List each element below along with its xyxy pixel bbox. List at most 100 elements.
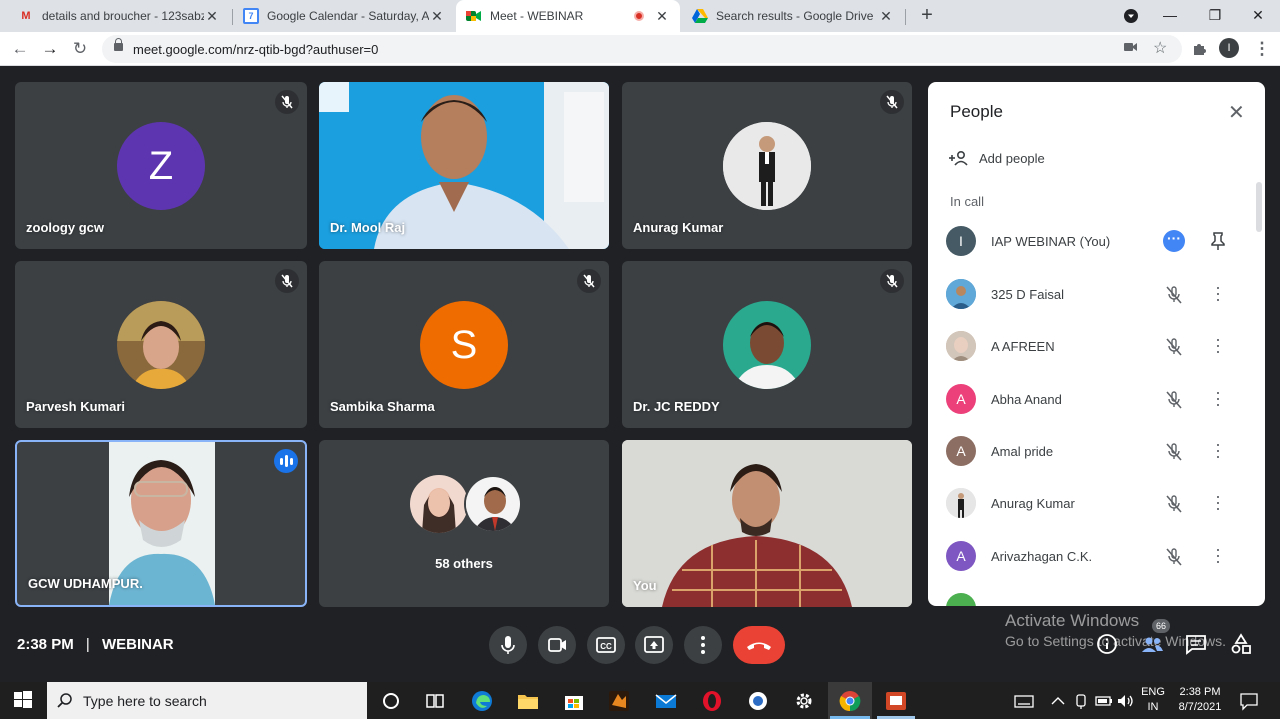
- participant-list-item[interactable]: A Arivazhagan C.K. · · ·: [946, 538, 1246, 574]
- mic-off-icon[interactable]: [1162, 335, 1186, 359]
- reload-button[interactable]: ↻: [68, 37, 92, 61]
- new-tab-button[interactable]: +: [915, 4, 939, 28]
- mic-off-icon[interactable]: [1162, 440, 1186, 464]
- more-options-icon[interactable]: · · ·: [1214, 383, 1222, 413]
- others-tile[interactable]: 58 others: [319, 440, 609, 607]
- edge-icon[interactable]: [471, 690, 493, 712]
- more-options-button[interactable]: ···: [1163, 230, 1185, 252]
- captions-button[interactable]: CC: [587, 626, 625, 664]
- tab-title: Search results - Google Drive: [716, 9, 874, 23]
- participant-name: Amal pride: [991, 444, 1054, 459]
- info-icon: [1097, 634, 1117, 654]
- in-call-heading: In call: [950, 194, 984, 209]
- present-screen-button[interactable]: [635, 626, 673, 664]
- back-button[interactable]: ←: [8, 37, 32, 61]
- app-icon[interactable]: [608, 690, 630, 712]
- minimize-button[interactable]: —: [1150, 0, 1190, 32]
- chrome-icon[interactable]: [839, 690, 861, 712]
- extensions-icon[interactable]: [1187, 37, 1211, 61]
- opera-icon[interactable]: [701, 690, 723, 712]
- cortana-icon[interactable]: [380, 690, 402, 712]
- mic-off-icon: [880, 90, 904, 114]
- mic-off-icon[interactable]: [1162, 283, 1186, 307]
- network-icon[interactable]: [1071, 690, 1093, 712]
- mic-off-icon[interactable]: [1162, 545, 1186, 569]
- file-explorer-icon[interactable]: [517, 690, 539, 712]
- participant-name: Sambika Sharma: [330, 399, 435, 414]
- pin-icon[interactable]: [1210, 231, 1226, 256]
- more-options-icon[interactable]: · · ·: [1214, 540, 1222, 570]
- add-people-button[interactable]: Add people: [948, 150, 1045, 166]
- close-icon[interactable]: ✕: [878, 8, 894, 25]
- browser-menu-icon[interactable]: ⋮: [1250, 37, 1274, 61]
- participant-name: You: [633, 578, 657, 593]
- close-panel-button[interactable]: ✕: [1228, 100, 1245, 125]
- avatar: [946, 331, 976, 361]
- microphone-button[interactable]: [489, 626, 527, 664]
- bookmark-star-icon[interactable]: ☆: [1153, 38, 1167, 58]
- tab-calendar[interactable]: 7 Google Calendar - Saturday, Aug ✕: [233, 0, 455, 32]
- chevron-up-icon[interactable]: [1047, 690, 1069, 712]
- more-options-icon[interactable]: · · ·: [1214, 330, 1222, 360]
- lock-icon: [114, 38, 123, 51]
- participant-list-item[interactable]: 325 D Faisal · · ·: [946, 276, 1246, 312]
- windows-start-icon[interactable]: [13, 690, 35, 712]
- camera-icon[interactable]: [1124, 40, 1138, 56]
- browser-toolbar: ← → ↻ meet.google.com/nrz-qtib-bgd?authu…: [0, 32, 1280, 66]
- meeting-info: 2:38 PM | WEBINAR: [17, 636, 174, 653]
- meeting-time: 2:38 PM: [17, 636, 74, 653]
- mic-off-icon: [275, 90, 299, 114]
- more-options-icon[interactable]: · · ·: [1214, 278, 1222, 308]
- participant-list-item[interactable]: A Abha Anand · · ·: [946, 381, 1246, 417]
- close-icon[interactable]: ✕: [654, 8, 670, 25]
- activities-button[interactable]: [1229, 632, 1253, 656]
- participant-list-item[interactable]: [946, 590, 1246, 606]
- forward-button[interactable]: →: [38, 37, 62, 61]
- participant-name: IAP WEBINAR (You): [991, 234, 1111, 249]
- notification-icon[interactable]: [1238, 690, 1260, 712]
- close-icon[interactable]: ✕: [429, 8, 445, 25]
- keyboard-icon[interactable]: [1013, 690, 1035, 712]
- region-code: IN: [1147, 701, 1159, 713]
- participant-tile: S Sambika Sharma: [319, 261, 609, 428]
- tab-drive[interactable]: Search results - Google Drive ✕: [682, 0, 904, 32]
- address-bar[interactable]: meet.google.com/nrz-qtib-bgd?authuser=0 …: [102, 35, 1182, 63]
- panel-scrollbar[interactable]: [1256, 182, 1262, 232]
- leave-call-button[interactable]: [733, 626, 785, 664]
- camera-button[interactable]: [538, 626, 576, 664]
- participant-list-item[interactable]: A Amal pride · · ·: [946, 433, 1246, 469]
- close-icon[interactable]: ✕: [204, 8, 220, 25]
- more-options-button[interactable]: [684, 626, 722, 664]
- chat-button[interactable]: [1184, 632, 1208, 656]
- mail-icon[interactable]: [655, 690, 677, 712]
- participant-list-item[interactable]: I IAP WEBINAR (You) ···: [946, 223, 1246, 259]
- volume-icon[interactable]: [1115, 690, 1137, 712]
- participant-list-item[interactable]: Anurag Kumar · · ·: [946, 485, 1246, 521]
- mic-off-icon[interactable]: [1162, 388, 1186, 412]
- tab-search-button[interactable]: [1111, 0, 1151, 32]
- meeting-details-button[interactable]: [1095, 632, 1119, 656]
- store-icon[interactable]: [563, 690, 585, 712]
- url-text: meet.google.com/nrz-qtib-bgd?authuser=0: [133, 42, 379, 57]
- settings-gear-icon[interactable]: [793, 690, 815, 712]
- people-panel: People ✕ Add people In call I IAP WEBINA…: [928, 82, 1265, 606]
- window-close-button[interactable]: ✕: [1238, 0, 1278, 32]
- video-camera-icon: [548, 638, 566, 652]
- participant-list-item[interactable]: A AFREEN · · ·: [946, 328, 1246, 364]
- task-view-icon[interactable]: [424, 690, 446, 712]
- app-icon[interactable]: [747, 690, 769, 712]
- language-indicator[interactable]: ENG IN: [1139, 686, 1167, 713]
- battery-icon[interactable]: [1093, 690, 1115, 712]
- system-clock[interactable]: 2:38 PM 8/7/2021: [1172, 686, 1228, 713]
- taskbar-search[interactable]: Type here to search: [47, 682, 367, 719]
- powerpoint-icon[interactable]: [885, 690, 907, 712]
- more-options-icon[interactable]: · · ·: [1214, 435, 1222, 465]
- mic-off-icon[interactable]: [1162, 492, 1186, 516]
- more-options-icon[interactable]: · · ·: [1214, 487, 1222, 517]
- maximize-button[interactable]: ❐: [1195, 0, 1235, 32]
- participant-name: Abha Anand: [991, 392, 1062, 407]
- profile-avatar[interactable]: I: [1219, 38, 1239, 58]
- tab-meet[interactable]: Meet - WEBINAR ✕: [456, 0, 680, 32]
- show-everyone-button[interactable]: [1140, 632, 1164, 656]
- tab-gmail[interactable]: M details and broucher - 123sabza ✕: [8, 0, 230, 32]
